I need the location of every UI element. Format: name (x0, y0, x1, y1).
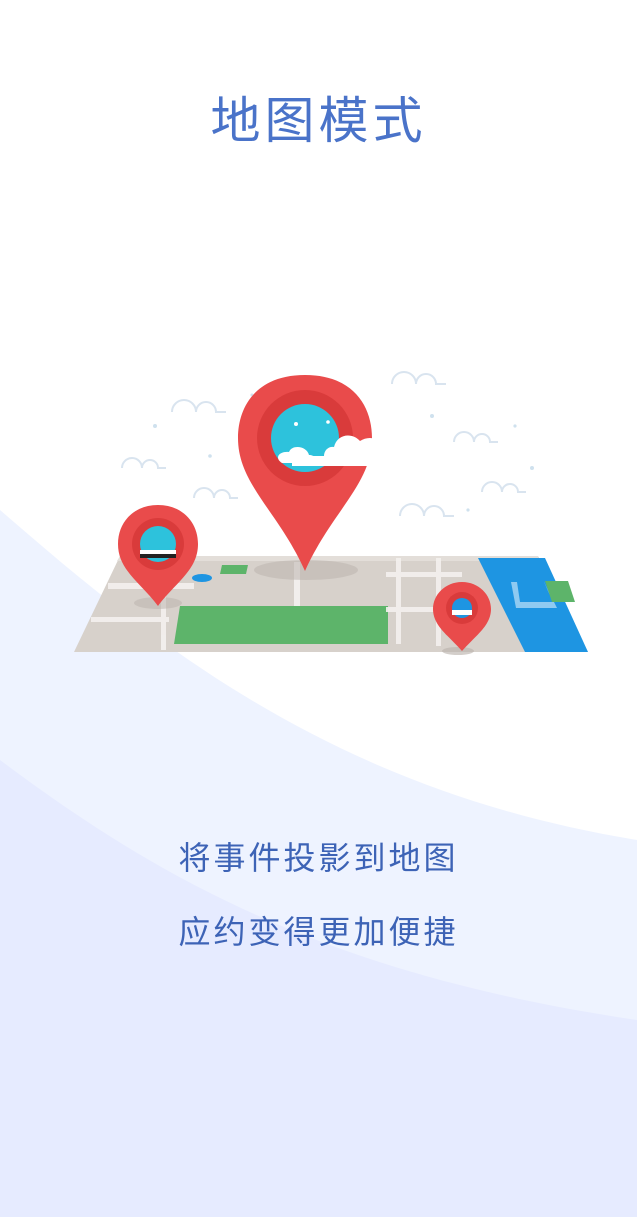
subtitle-line-2: 应约变得更加便捷 (178, 913, 459, 951)
onboarding-screen: 地图模式 将事件投影到地图 应约变得更加便捷 (0, 0, 637, 1217)
map-illustration (74, 371, 588, 655)
subtitle-line-1: 将事件投影到地图 (178, 839, 459, 877)
location-pin-icon (238, 375, 405, 571)
page-title: 地图模式 (210, 92, 427, 150)
